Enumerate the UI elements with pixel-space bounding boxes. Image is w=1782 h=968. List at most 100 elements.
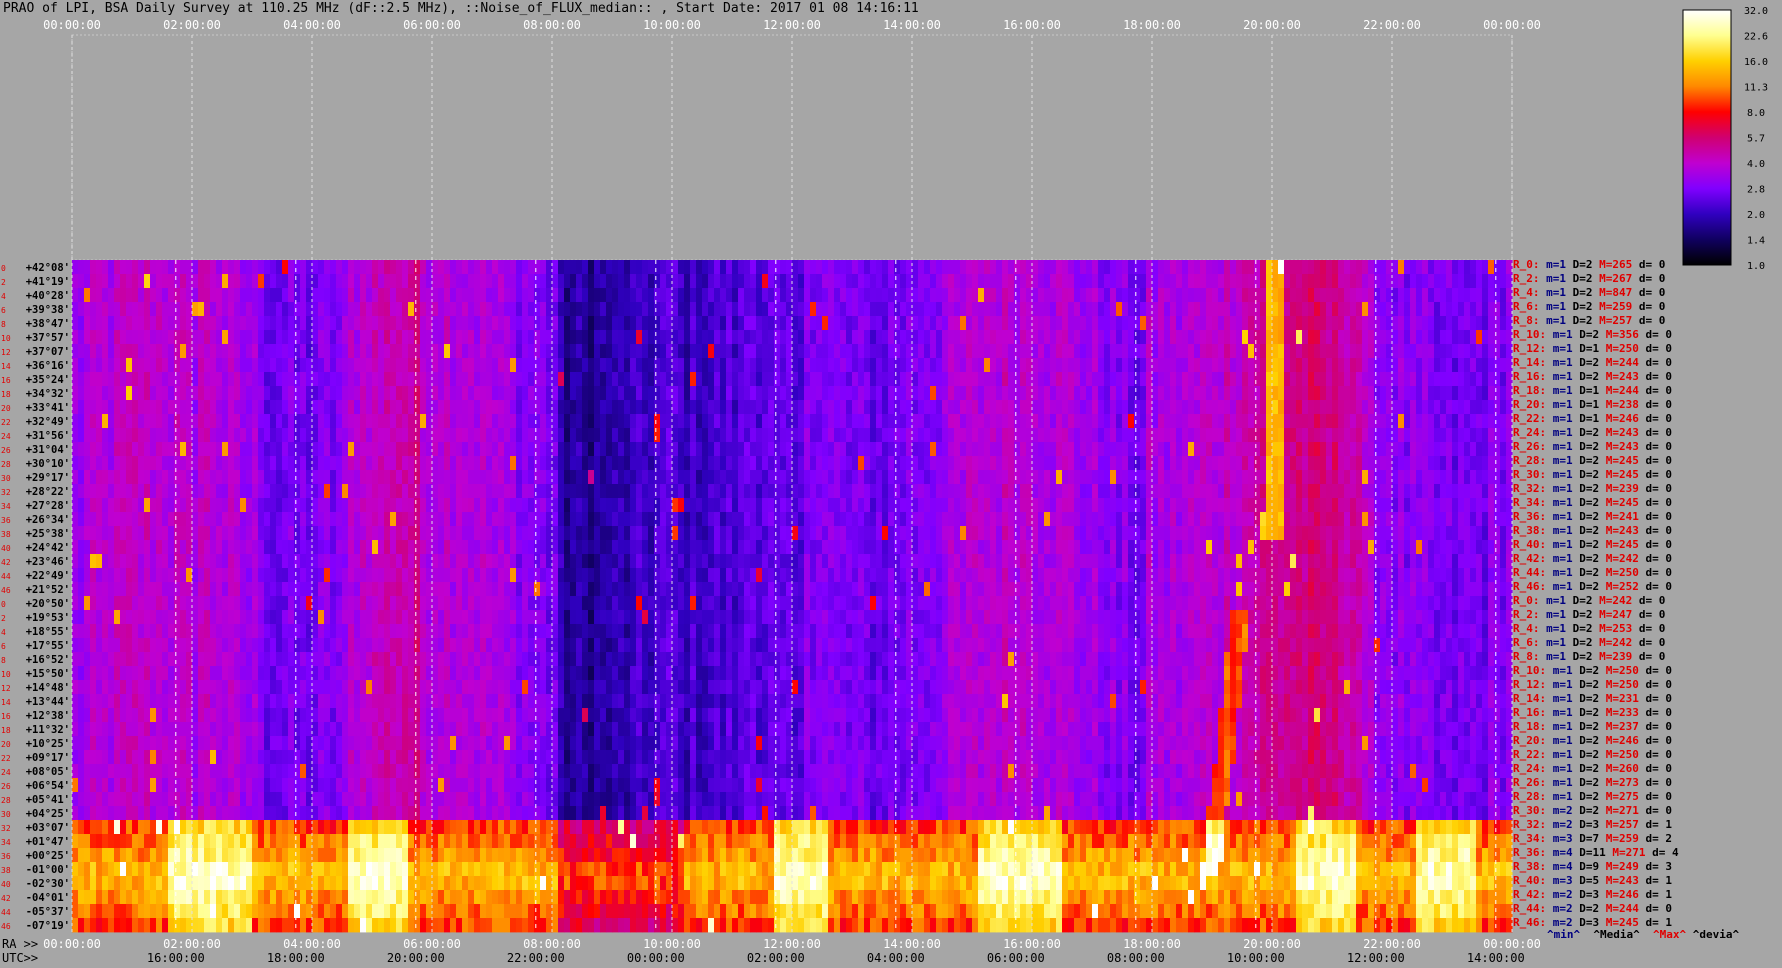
heatmap-cell bbox=[474, 330, 481, 345]
heatmap-cell bbox=[372, 316, 379, 331]
heatmap-cell bbox=[264, 834, 271, 849]
heatmap-cell bbox=[654, 582, 661, 597]
heatmap-cell bbox=[408, 806, 415, 821]
heatmap-cell bbox=[306, 302, 313, 317]
heatmap-cell bbox=[588, 260, 595, 275]
heatmap-cell bbox=[258, 778, 265, 793]
heatmap-cell bbox=[294, 470, 301, 485]
heatmap-cell bbox=[480, 526, 487, 541]
heatmap-cell bbox=[462, 876, 469, 891]
heatmap-cell bbox=[372, 540, 379, 555]
heatmap-cell bbox=[684, 694, 691, 709]
heatmap-cell bbox=[150, 316, 157, 331]
heatmap-cell bbox=[570, 456, 577, 471]
heatmap-cell bbox=[216, 400, 223, 415]
heatmap-cell bbox=[522, 848, 529, 863]
heatmap-cell bbox=[564, 400, 571, 415]
heatmap-cell bbox=[558, 862, 565, 877]
heatmap-cell bbox=[378, 316, 385, 331]
heatmap-cell bbox=[624, 554, 631, 569]
heatmap-cell bbox=[618, 918, 625, 933]
heatmap-cell bbox=[162, 708, 169, 723]
heatmap-cell bbox=[456, 442, 463, 457]
heatmap-cell bbox=[354, 638, 361, 653]
heatmap-cell bbox=[606, 652, 613, 667]
heatmap-cell bbox=[456, 834, 463, 849]
heatmap-cell bbox=[222, 792, 229, 807]
heatmap-cell bbox=[102, 694, 109, 709]
heatmap-cell bbox=[384, 624, 391, 639]
heatmap-cell bbox=[468, 638, 475, 653]
heatmap-cell bbox=[72, 316, 79, 331]
heatmap-cell bbox=[204, 848, 211, 863]
heatmap-cell bbox=[390, 680, 397, 695]
heatmap-cell bbox=[282, 400, 289, 415]
heatmap-cell bbox=[174, 778, 181, 793]
heatmap-cell bbox=[606, 596, 613, 611]
heatmap-cell bbox=[258, 344, 265, 359]
heatmap-cell bbox=[186, 470, 193, 485]
heatmap-cell bbox=[564, 568, 571, 583]
heatmap-cell bbox=[120, 694, 127, 709]
heatmap-cell bbox=[432, 848, 439, 863]
heatmap-cell bbox=[108, 876, 115, 891]
heatmap-cell bbox=[108, 638, 115, 653]
heatmap-cell bbox=[486, 792, 493, 807]
heatmap-cell bbox=[84, 806, 91, 821]
heatmap-cell bbox=[360, 470, 367, 485]
heatmap-cell bbox=[396, 526, 403, 541]
heatmap-cell bbox=[162, 652, 169, 667]
heatmap-cell bbox=[576, 708, 583, 723]
heatmap-cell bbox=[594, 470, 601, 485]
heatmap-cell bbox=[114, 666, 121, 681]
heatmap-cell bbox=[462, 820, 469, 835]
heatmap-cell bbox=[384, 540, 391, 555]
heatmap-cell bbox=[216, 554, 223, 569]
heatmap-cell bbox=[594, 428, 601, 443]
heatmap-cell bbox=[198, 820, 205, 835]
heatmap-cell bbox=[414, 820, 421, 835]
heatmap-cell bbox=[432, 918, 439, 933]
heatmap-cell bbox=[162, 862, 169, 877]
heatmap-cell bbox=[420, 428, 427, 443]
heatmap-cell bbox=[240, 666, 247, 681]
heatmap-cell bbox=[630, 596, 637, 611]
heatmap-cell bbox=[540, 330, 547, 345]
heatmap-cell bbox=[636, 484, 643, 499]
heatmap-cell bbox=[498, 848, 505, 863]
heatmap-cell bbox=[120, 498, 127, 513]
heatmap-cell bbox=[168, 302, 175, 317]
heatmap-cell bbox=[78, 624, 85, 639]
heatmap-cell bbox=[486, 344, 493, 359]
heatmap-cell bbox=[684, 358, 691, 373]
heatmap-cell bbox=[678, 708, 685, 723]
heatmap-cell bbox=[204, 540, 211, 555]
heatmap-cell bbox=[240, 806, 247, 821]
heatmap-cell bbox=[144, 540, 151, 555]
heatmap-cell bbox=[624, 456, 631, 471]
heatmap-cell bbox=[258, 470, 265, 485]
heatmap-cell bbox=[108, 890, 115, 905]
heatmap-cell bbox=[150, 596, 157, 611]
heatmap-cell bbox=[342, 484, 349, 499]
heatmap-cell bbox=[366, 540, 373, 555]
heatmap-cell bbox=[342, 792, 349, 807]
heatmap-cell bbox=[288, 862, 295, 877]
heatmap-cell bbox=[636, 442, 643, 457]
heatmap-cell bbox=[474, 358, 481, 373]
heatmap-cell bbox=[684, 904, 691, 919]
heatmap-cell bbox=[246, 372, 253, 387]
heatmap-cell bbox=[582, 708, 589, 723]
heatmap-cell bbox=[690, 694, 697, 709]
heatmap-cell bbox=[570, 792, 577, 807]
heatmap-cell bbox=[468, 876, 475, 891]
heatmap-cell bbox=[648, 498, 655, 513]
heatmap-cell bbox=[192, 610, 199, 625]
heatmap-cell bbox=[138, 680, 145, 695]
heatmap-cell bbox=[84, 442, 91, 457]
heatmap-cell bbox=[336, 414, 343, 429]
heatmap-cell bbox=[684, 442, 691, 457]
heatmap-cell bbox=[384, 512, 391, 527]
heatmap-cell bbox=[204, 260, 211, 275]
heatmap-cell bbox=[498, 442, 505, 457]
